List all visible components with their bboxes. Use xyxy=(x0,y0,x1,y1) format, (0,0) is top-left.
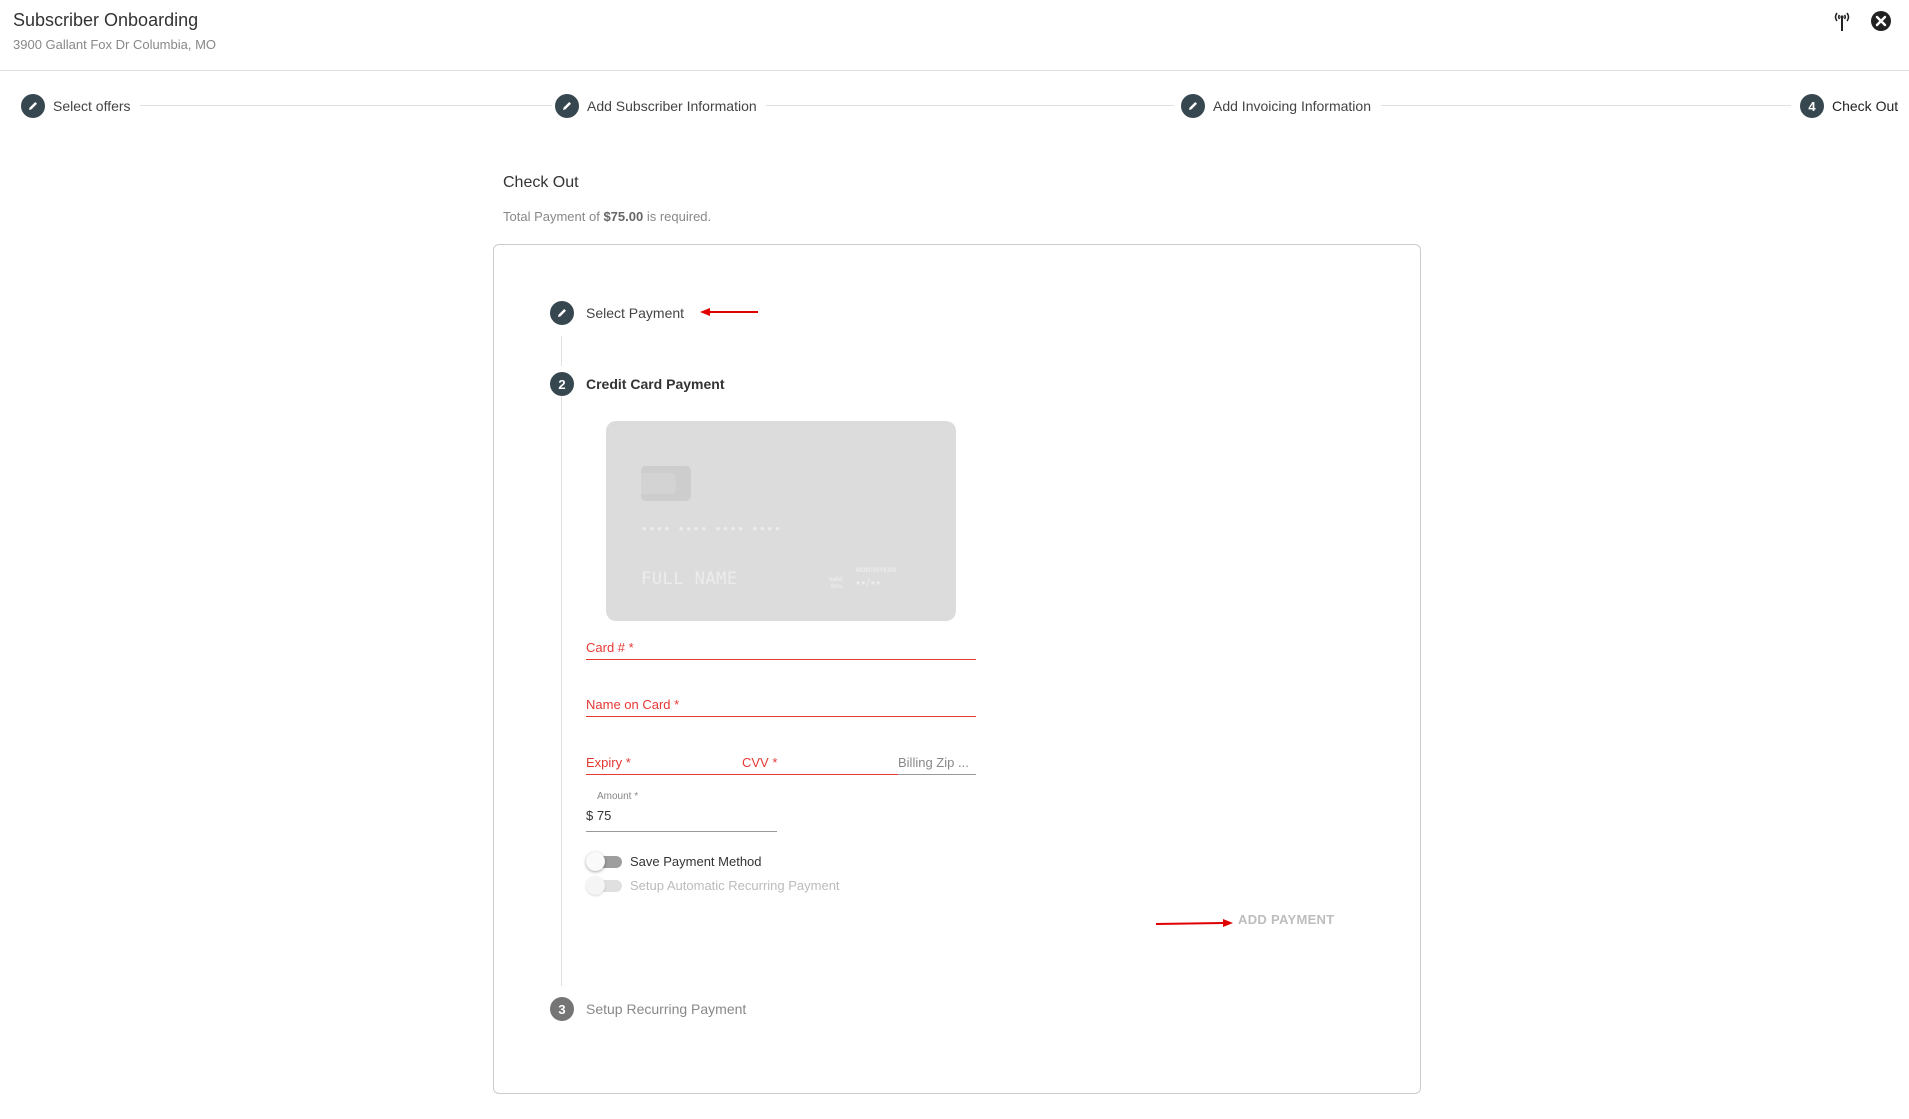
month-year-label: MONTH/YEAR xyxy=(856,568,897,574)
save-payment-method-toggle[interactable] xyxy=(586,851,622,871)
step-label: Select Payment xyxy=(586,305,685,321)
address-subtitle: 3900 Gallant Fox Dr Columbia, MO xyxy=(13,37,217,52)
pencil-icon xyxy=(550,301,574,325)
save-payment-method-label: Save Payment Method xyxy=(630,853,762,869)
amount-input[interactable]: Amount * $ 75 xyxy=(586,789,777,832)
app-header: Subscriber Onboarding 3900 Gallant Fox D… xyxy=(0,0,1909,71)
step-label: Setup Recurring Payment xyxy=(586,1001,747,1017)
valid-label: valid xyxy=(829,577,843,583)
stepper-connector xyxy=(766,105,1174,106)
valid-thru-label: valid thru xyxy=(829,577,843,591)
stepper-connector xyxy=(140,105,552,106)
billing-zip-input[interactable]: Billing Zip ... xyxy=(898,755,976,775)
expiry-input[interactable]: Expiry * xyxy=(586,755,742,775)
recurring-payment-toggle[interactable] xyxy=(586,875,622,895)
step-label: Check Out xyxy=(1832,98,1899,114)
payment-step-select-payment[interactable]: Select Payment xyxy=(550,301,684,325)
cvv-label: CVV * xyxy=(742,755,778,770)
name-on-card-label: Name on Card * xyxy=(586,697,680,712)
pencil-icon xyxy=(21,94,45,118)
card-chip-icon xyxy=(641,466,691,501)
total-amount: $75.00 xyxy=(603,209,644,224)
total-note-prefix: Total Payment of xyxy=(503,209,604,224)
pencil-icon xyxy=(1181,94,1205,118)
payment-step-setup-recurring[interactable]: 3 Setup Recurring Payment xyxy=(550,997,746,1021)
amount-value: $ 75 xyxy=(586,808,612,823)
onboarding-stepper: Select offers Add Subscriber Information… xyxy=(0,94,1909,118)
close-icon[interactable] xyxy=(1868,8,1894,34)
step-label: Select offers xyxy=(53,98,131,114)
expiry-label: Expiry * xyxy=(586,755,631,770)
stepper-connector xyxy=(1381,105,1791,106)
card-number-input[interactable]: Card # * xyxy=(586,640,976,660)
step-add-subscriber-information[interactable]: Add Subscriber Information xyxy=(555,94,765,118)
thru-label: thru xyxy=(831,584,843,590)
name-on-card-input[interactable]: Name on Card * xyxy=(586,697,976,717)
step-label: Add Invoicing Information xyxy=(1213,98,1371,114)
amount-label: Amount * xyxy=(597,791,639,802)
step-add-invoicing-information[interactable]: Add Invoicing Information xyxy=(1181,94,1379,118)
payment-step-connector xyxy=(561,396,562,986)
step-number: 4 xyxy=(1800,94,1824,118)
step-number: 2 xyxy=(550,372,574,396)
step-check-out[interactable]: 4 Check Out xyxy=(1796,94,1899,118)
card-name-preview: FULL NAME xyxy=(641,569,738,589)
card-number-label: Card # * xyxy=(586,640,634,655)
total-note-suffix: is required. xyxy=(643,209,712,224)
billing-zip-label: Billing Zip ... xyxy=(898,755,969,770)
page-title: Subscriber Onboarding xyxy=(13,10,199,30)
recurring-payment-label: Setup Automatic Recurring Payment xyxy=(630,877,840,893)
antenna-icon[interactable] xyxy=(1829,8,1855,34)
save-payment-method-row: Save Payment Method xyxy=(586,851,762,871)
toggle-thumb xyxy=(586,876,605,895)
payment-step-connector xyxy=(561,336,562,366)
checkout-title: Check Out xyxy=(503,174,579,191)
cvv-input[interactable]: CVV * xyxy=(742,755,898,775)
pencil-icon xyxy=(555,94,579,118)
checkout-total-note: Total Payment of $75.00 is required. xyxy=(503,209,711,224)
step-number: 3 xyxy=(550,997,574,1021)
step-select-offers[interactable]: Select offers xyxy=(21,94,139,118)
toggle-thumb xyxy=(586,852,605,871)
card-number-preview: •••• •••• •••• •••• xyxy=(642,521,783,536)
annotation-arrow-left xyxy=(700,308,758,316)
add-payment-button[interactable]: ADD PAYMENT xyxy=(1238,912,1334,927)
card-expiry-preview: ••/•• xyxy=(856,576,882,590)
recurring-payment-row: Setup Automatic Recurring Payment xyxy=(586,875,840,895)
step-label: Credit Card Payment xyxy=(586,376,725,392)
annotation-arrow-right xyxy=(1155,919,1233,927)
payment-step-credit-card[interactable]: 2 Credit Card Payment xyxy=(550,372,724,396)
step-label: Add Subscriber Information xyxy=(587,98,757,114)
credit-card-preview: •••• •••• •••• •••• FULL NAME valid thru … xyxy=(606,421,956,621)
